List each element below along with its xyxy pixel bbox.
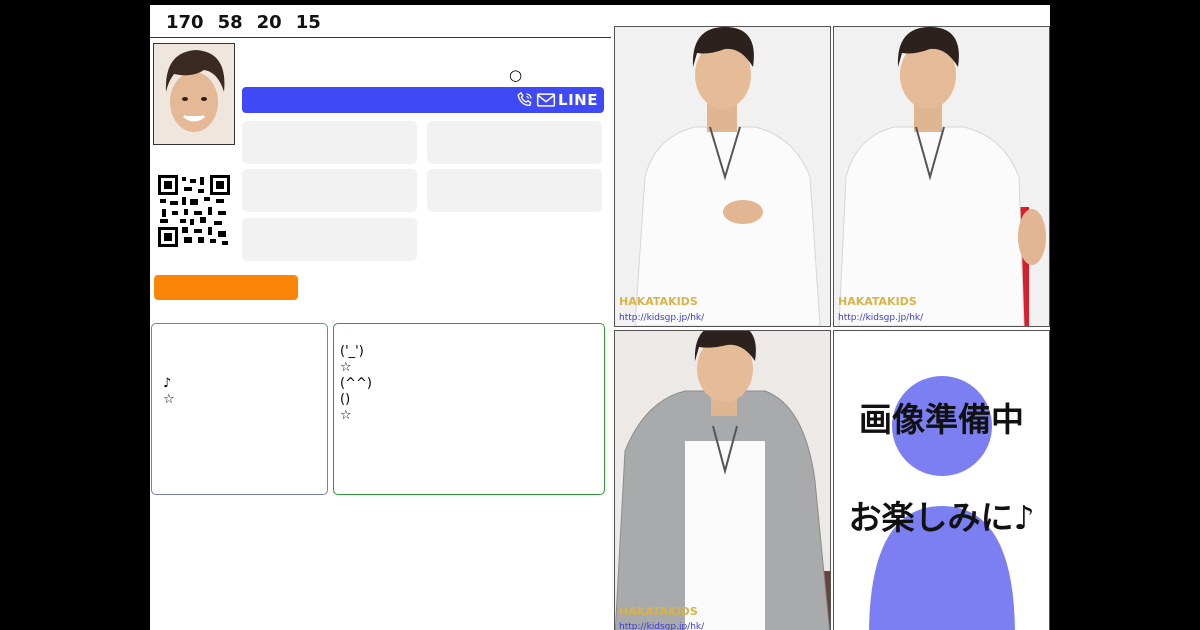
card-line: () <box>340 392 351 407</box>
circle-mark: ○ <box>509 66 523 84</box>
card-line: ☆ <box>163 392 175 407</box>
gallery-photo-1[interactable]: HAKATAKIDS http://kidsgp.jp/hk/ <box>614 26 831 327</box>
qr-code[interactable] <box>158 175 230 247</box>
contact-bar[interactable]: LINE <box>242 87 604 113</box>
avatar[interactable] <box>153 43 235 145</box>
watermark-url: http://kidsgp.jp/hk/ <box>619 622 705 630</box>
line-button[interactable]: LINE <box>558 91 598 109</box>
card-line: ♪ <box>163 376 172 391</box>
watermark-text: HAKATAKIDS <box>838 295 917 308</box>
watermark-text: HAKATAKIDS <box>619 605 698 618</box>
card-line: ☆ <box>340 408 352 423</box>
gallery-photo-2[interactable]: HAKATAKIDS http://kidsgp.jp/hk/ <box>833 26 1050 327</box>
mail-icon[interactable] <box>536 91 556 109</box>
watermark-text: HAKATAKIDS <box>619 295 698 308</box>
info-box-2 <box>427 121 602 164</box>
profile-page: 170 58 20 15 ○ LINE ♪ ☆ ('_') ☆ (^^) () … <box>150 5 1050 630</box>
stat-size: 15 <box>295 12 321 33</box>
info-box-3 <box>242 169 417 212</box>
message-card-green: ('_') ☆ (^^) () ☆ <box>333 323 605 495</box>
card-line: (^^) <box>340 376 372 391</box>
message-card-blue: ♪ ☆ <box>151 323 328 495</box>
info-box-1 <box>242 121 417 164</box>
watermark-url: http://kidsgp.jp/hk/ <box>619 313 705 323</box>
info-box-5 <box>242 218 417 261</box>
stat-age: 20 <box>256 12 282 33</box>
profile-stats: 170 58 20 15 <box>166 12 335 33</box>
watermark-url: http://kidsgp.jp/hk/ <box>838 313 924 323</box>
stat-height: 170 <box>166 12 204 33</box>
contact-icons: LINE <box>516 90 598 110</box>
placeholder-subtitle: お楽しみに♪ <box>848 498 1035 537</box>
gallery-photo-3[interactable]: HAKATAKIDS http://kidsgp.jp/hk/ <box>614 330 831 630</box>
reserve-button[interactable] <box>154 275 298 300</box>
card-line: ☆ <box>340 360 352 375</box>
phone-icon[interactable] <box>516 91 534 109</box>
header-divider <box>150 37 611 38</box>
card-line: ('_') <box>340 344 364 359</box>
placeholder-title: 画像準備中 <box>859 400 1024 439</box>
gallery-placeholder: 画像準備中 お楽しみに♪ <box>833 330 1050 630</box>
info-box-4 <box>427 169 602 212</box>
stat-weight: 58 <box>217 12 243 33</box>
